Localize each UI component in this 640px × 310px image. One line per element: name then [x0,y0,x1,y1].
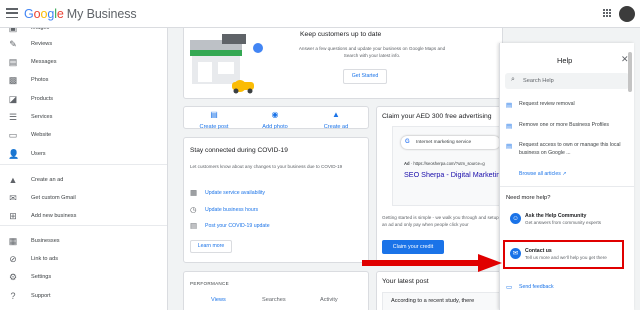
sidebar-divider [0,225,167,226]
get-started-button[interactable]: Get Started [343,69,387,84]
tab-searches[interactable]: Searches [262,297,286,303]
latest-post-title: Your latest post [382,278,429,285]
need-more-help-heading: Need more help? [506,195,551,201]
support-icon: ? [10,291,16,301]
clock-icon: ◷ [190,205,197,214]
latest-post-text: According to a recent study, there [391,298,475,304]
help-article-review-removal[interactable]: ▤ Request review removal [506,101,630,111]
calendar-icon: ▦ [190,188,198,197]
sidebar-item-custom-gmail[interactable]: ✉ Get custom Gmail [0,190,167,206]
contact-us-highlight-box [503,240,624,269]
website-icon: ▭ [8,130,18,140]
help-search-placeholder: Search Help [523,78,554,84]
app-logo[interactable]: Google My Business [24,6,137,22]
help-search-input[interactable]: ⌕ Search Help [505,73,629,89]
help-panel: Help ✕ ⌕ Search Help ▤ Request review rem… [499,43,634,310]
sidebar-item-users[interactable]: 👤 Users [0,146,167,162]
google-g-icon: G [405,139,410,145]
post-icon: ▤ [210,110,218,119]
hero-subtitle: Answer a few questions and update your b… [298,46,446,58]
ad-preview-search-bar: G Internet marketing service [401,136,500,149]
users-icon: 👤 [8,149,20,159]
apps-grid-icon[interactable] [603,9,612,18]
businesses-icon: ▦ [8,236,18,246]
products-icon: ◪ [8,94,18,104]
article-icon: ▤ [506,143,513,150]
browse-all-articles-link[interactable]: Browse all articles ↗ [519,171,567,177]
sidebar-item-support[interactable]: ? Support [0,288,167,304]
settings-icon: ⚙ [8,272,18,282]
ad-url: Ad · https://seosherpa.com/?utm_source=g [404,161,485,166]
covid-title: Stay connected during COVID-19 [190,147,288,154]
sidebar-item-messages[interactable]: ▤ Messages [0,54,167,70]
camera-icon: ◉ [271,110,279,119]
help-article-remove-profiles[interactable]: ▤ Remove one or more Business Profiles [506,122,630,132]
red-arrow-annotation [362,254,502,272]
photos-icon: ▩ [8,75,18,85]
sidebar-item-businesses[interactable]: ▦ Businesses [0,233,167,249]
claim-text: Getting started is simple - we walk you … [382,215,499,227]
sidebar-item-create-ad[interactable]: ▲ Create an ad [0,172,167,188]
storefront-illustration [190,34,263,94]
sidebar-divider [0,164,167,165]
create-ad-button[interactable]: ▲ Create ad [306,110,366,131]
sidebar-item-reviews[interactable]: ✎ Reviews [0,36,167,52]
menu-icon[interactable] [6,8,18,19]
ads-icon: ▲ [332,110,340,119]
help-community-option[interactable]: ☺ Ask the Help Community Get answers fro… [506,209,630,229]
account-avatar[interactable] [619,6,635,22]
help-scrollbar[interactable] [628,52,632,92]
community-icon: ☺ [510,213,521,224]
ad-headline: SEO Sherpa - Digital Marketing [404,170,505,179]
create-post-button[interactable]: ▤ Create post [184,110,244,131]
messages-icon: ▤ [8,57,18,67]
sidebar-item-link-to-ads[interactable]: ⊘ Link to ads [0,251,167,267]
link-icon: ⊘ [9,254,17,264]
hero-title: Keep customers up to date [300,31,382,38]
gmail-icon: ✉ [9,193,17,203]
add-photo-button[interactable]: ◉ Add photo [245,110,305,131]
performance-label: PERFORMANCE [190,281,230,286]
services-icon: ☰ [8,112,18,122]
ads-icon: ▲ [8,175,18,185]
help-title: Help [557,56,573,65]
sidebar-item-photos[interactable]: ▩ Photos [0,72,167,88]
claim-title: Claim your AED 300 free advertising [382,113,492,120]
logo-product: My Business [66,7,137,21]
top-bar: Google My Business [0,0,640,28]
article-icon: ▤ [506,102,513,109]
tab-views[interactable]: Views [211,297,226,303]
performance-card [183,271,369,310]
post-icon: ▤ [190,221,198,230]
help-divider [500,186,634,187]
claim-credit-button[interactable]: Claim your credit [382,240,444,254]
sidebar: ▣ Images ✎ Reviews ▤ Messages ▩ Photos ◪ Prod… [0,23,168,310]
external-link-icon: ↗ [562,171,567,177]
sidebar-item-add-business[interactable]: ⊞ Add new business [0,208,167,224]
add-business-icon: ⊞ [9,211,17,221]
feedback-icon: ▭ [506,284,513,291]
learn-more-button[interactable]: Learn more [190,240,232,253]
ad-search-query: Internet marketing service [416,139,472,145]
search-icon: ⌕ [511,76,515,83]
covid-text: Let customers know about any changes to … [190,164,343,169]
sidebar-item-website[interactable]: ▭ Website [0,127,167,143]
tab-activity[interactable]: Activity [320,297,338,303]
reviews-icon: ✎ [9,39,17,49]
logo-google: Google [24,7,64,21]
sidebar-item-services[interactable]: ☰ Services [0,109,167,125]
ad-label: Ad [404,161,410,166]
sidebar-item-settings[interactable]: ⚙ Settings [0,269,167,285]
help-article-request-access[interactable]: ▤ Request access to own or manage this lo… [506,142,630,160]
sidebar-item-products[interactable]: ◪ Products [0,91,167,107]
article-icon: ▤ [506,123,513,130]
